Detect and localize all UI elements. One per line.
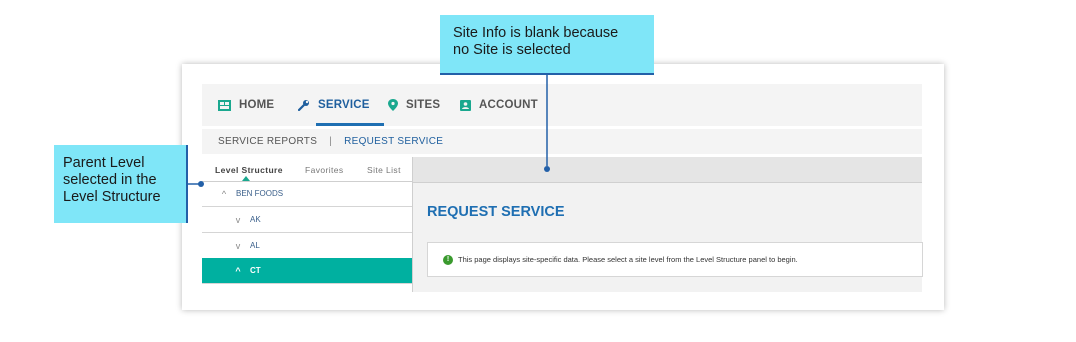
- connector-top-dot: [544, 166, 550, 172]
- connector-left-dot: [198, 181, 204, 187]
- callout-connectors: [186, 73, 550, 187]
